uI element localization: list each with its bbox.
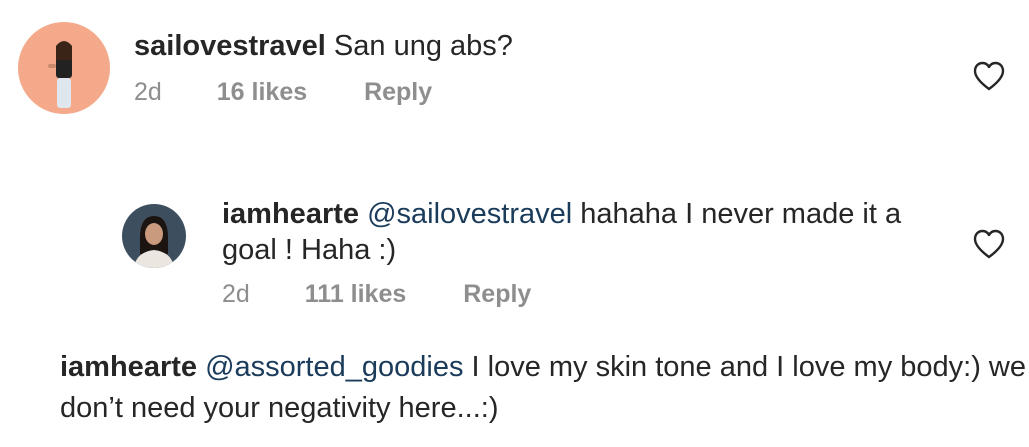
comment-3: iamhearte @assorted_goodies I love my sk… (0, 0, 1029, 447)
mention-link[interactable]: @assorted_goodies (205, 351, 463, 383)
comment-text-line-1: I love my skin tone and I love my body:)… (463, 351, 1026, 383)
username[interactable]: iamhearte (60, 351, 197, 383)
comment-text-line-2: don’t need your negativity here...:) (60, 392, 499, 424)
